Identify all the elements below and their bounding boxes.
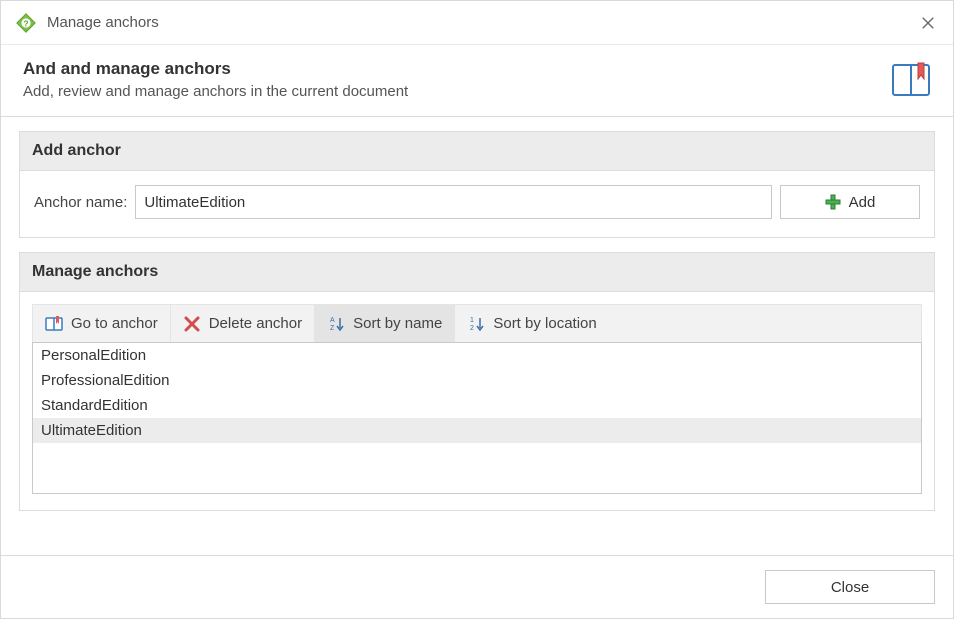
svg-text:2: 2 [470, 325, 474, 332]
add-anchor-group-title: Add anchor [20, 132, 934, 171]
anchors-list[interactable]: PersonalEditionProfessionalEditionStanda… [32, 342, 922, 494]
sort-by-name-button[interactable]: A Z Sort by name [315, 305, 455, 342]
close-button[interactable]: Close [765, 570, 935, 604]
svg-text:1: 1 [470, 317, 474, 324]
dialog-header: And and manage anchors Add, review and m… [1, 45, 953, 117]
page-title: And and manage anchors [23, 59, 881, 79]
close-button-label: Close [831, 579, 869, 596]
svg-text:?: ? [23, 19, 28, 28]
sort-by-location-button[interactable]: 1 2 Sort by location [455, 305, 608, 342]
sort-12-icon: 1 2 [467, 315, 485, 333]
sort-by-name-label: Sort by name [353, 315, 442, 332]
book-bookmark-icon [891, 61, 931, 99]
list-item[interactable]: ProfessionalEdition [33, 368, 921, 393]
page-subtitle: Add, review and manage anchors in the cu… [23, 83, 881, 100]
add-button[interactable]: Add [780, 185, 920, 219]
book-icon [45, 315, 63, 333]
manage-anchors-dialog: ? Manage anchors And and manage anchors … [0, 0, 954, 619]
app-icon: ? [15, 12, 37, 34]
add-anchor-group: Add anchor Anchor name: Add [19, 131, 935, 238]
list-item[interactable]: StandardEdition [33, 393, 921, 418]
svg-text:A: A [330, 317, 335, 324]
delete-x-icon [183, 315, 201, 333]
add-button-label: Add [849, 194, 876, 211]
manage-anchors-group: Manage anchors Go to anchor [19, 252, 935, 511]
anchor-name-label: Anchor name: [34, 194, 127, 211]
goto-anchor-label: Go to anchor [71, 315, 158, 332]
window-title: Manage anchors [47, 14, 913, 31]
anchors-toolbar: Go to anchor Delete anchor [32, 304, 922, 342]
manage-anchors-group-title: Manage anchors [20, 253, 934, 292]
close-icon[interactable] [913, 8, 943, 38]
sort-by-location-label: Sort by location [493, 315, 596, 332]
list-item[interactable]: PersonalEdition [33, 343, 921, 368]
titlebar: ? Manage anchors [1, 1, 953, 45]
anchor-name-input[interactable] [135, 185, 772, 219]
svg-text:Z: Z [330, 325, 335, 332]
delete-anchor-button[interactable]: Delete anchor [171, 305, 315, 342]
sort-az-icon: A Z [327, 315, 345, 333]
dialog-footer: Close [1, 555, 953, 618]
goto-anchor-button[interactable]: Go to anchor [33, 305, 171, 342]
list-item[interactable]: UltimateEdition [33, 418, 921, 443]
plus-icon [825, 194, 841, 210]
delete-anchor-label: Delete anchor [209, 315, 302, 332]
